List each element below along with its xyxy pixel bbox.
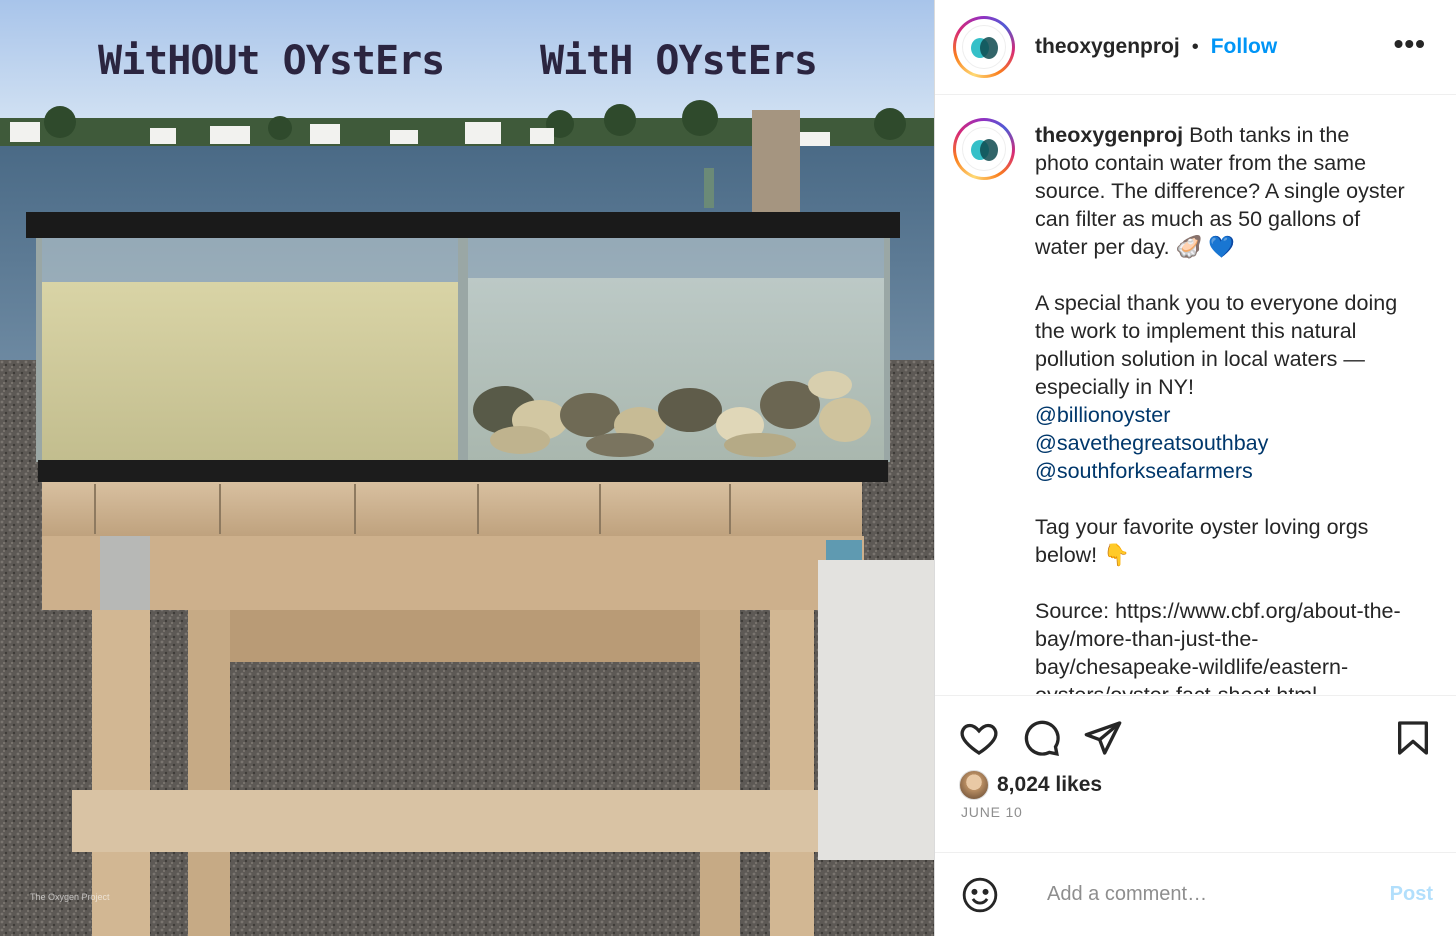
post-sidebar: theoxygenproj • Follow ••• theoxygenproj… <box>934 0 1456 936</box>
caption-body-1: Both tanks in the photo contain water fr… <box>1035 123 1405 399</box>
oxygen-logo-icon <box>962 127 1006 171</box>
watermark: The Oxygen Project <box>30 892 110 902</box>
caption-username[interactable]: theoxygenproj <box>1035 123 1183 147</box>
likes-row[interactable]: 8,024 likes <box>959 770 1102 800</box>
action-bar: 8,024 likes JUNE 10 <box>935 695 1456 850</box>
caption-body-2: Tag your favorite oyster loving orgs bel… <box>1035 515 1401 694</box>
liker-avatar[interactable] <box>959 770 989 800</box>
post-date: JUNE 10 <box>961 804 1023 820</box>
heart-icon[interactable] <box>959 718 999 758</box>
comment-input[interactable] <box>1047 883 1387 906</box>
share-icon[interactable] <box>1083 718 1123 758</box>
emoji-icon[interactable] <box>961 876 999 914</box>
follow-button[interactable]: Follow <box>1211 35 1278 59</box>
caption-text: theoxygenproj Both tanks in the photo co… <box>1035 121 1405 694</box>
label-with-oysters: WitH OYstErs <box>540 38 818 84</box>
caption-avatar[interactable] <box>953 118 1015 180</box>
mention-link[interactable]: @billionoyster <box>1035 401 1405 429</box>
label-without-oysters: WitHOUt OYstErs <box>98 38 445 84</box>
post-button[interactable]: Post <box>1390 883 1433 906</box>
post-image[interactable]: WitHOUt OYstErs WitH OYstErs The Oxygen … <box>0 0 934 936</box>
more-options-icon[interactable]: ••• <box>1394 30 1426 58</box>
bookmark-icon[interactable] <box>1393 718 1433 758</box>
post-header: theoxygenproj • Follow ••• <box>935 0 1456 95</box>
avatar[interactable] <box>953 16 1015 78</box>
separator-dot: • <box>1191 35 1199 58</box>
instagram-post: WitHOUt OYstErs WitH OYstErs The Oxygen … <box>0 0 1456 936</box>
header-username[interactable]: theoxygenproj <box>1035 35 1180 59</box>
oyster-tank-photo <box>0 0 934 936</box>
comment-icon[interactable] <box>1021 718 1061 758</box>
comment-bar: Post <box>935 852 1456 936</box>
mention-link[interactable]: @southforkseafarmers <box>1035 457 1405 485</box>
likes-count[interactable]: 8,024 likes <box>997 773 1102 797</box>
mention-link[interactable]: @savethegreatsouthbay <box>1035 429 1405 457</box>
caption: theoxygenproj Both tanks in the photo co… <box>953 118 1443 694</box>
oxygen-logo-icon <box>962 25 1006 69</box>
